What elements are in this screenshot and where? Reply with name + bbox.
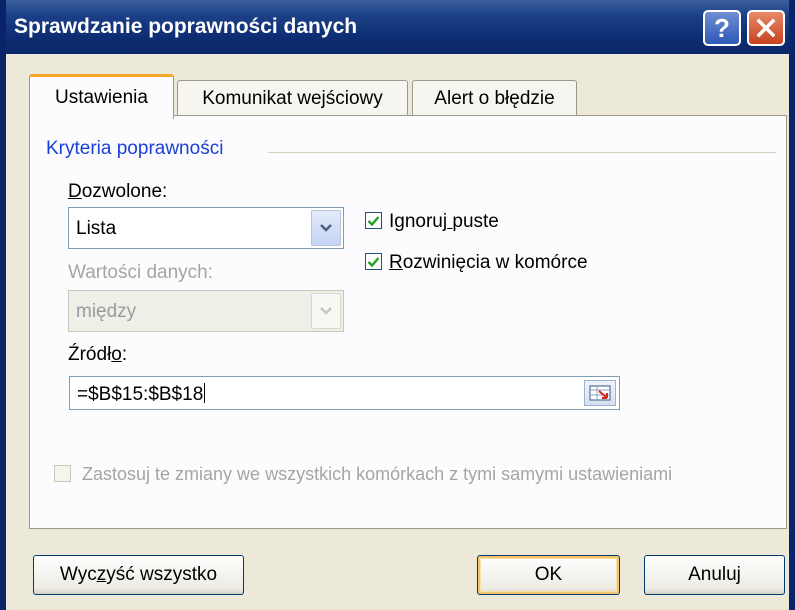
dialog-title: Sprawdzanie poprawności danych — [14, 15, 358, 38]
in-cell-dropdown-checkbox[interactable] — [365, 253, 382, 270]
tab-error-alert[interactable]: Alert o błędzie — [412, 80, 577, 116]
apply-all-checkbox[interactable] — [54, 465, 71, 482]
ok-button-label: OK — [534, 564, 563, 585]
range-selector-icon — [589, 385, 611, 401]
data-label: Wartości danych: — [68, 262, 214, 283]
group-divider — [268, 152, 776, 153]
cancel-button[interactable]: Anuluj — [644, 555, 785, 595]
data-dropdown-button[interactable] — [311, 293, 341, 329]
tab-settings-label: Ustawienia — [55, 87, 148, 108]
close-button[interactable] — [747, 10, 785, 46]
chevron-down-icon — [320, 224, 332, 232]
cancel-button-label: Anuluj — [688, 564, 741, 585]
checkmark-icon — [367, 256, 380, 267]
apply-all-label[interactable]: Zastosuj te zmiany we wszystkich komórka… — [82, 462, 702, 487]
dialog-window: Sprawdzanie poprawności danych ? Ustawie… — [0, 0, 795, 610]
tab-settings[interactable]: Ustawienia — [29, 74, 174, 119]
validation-criteria-title: Kryteria poprawności — [46, 138, 224, 159]
allow-label: Dozwolone: — [68, 181, 168, 202]
help-button[interactable]: ? — [703, 10, 741, 46]
tab-error-alert-label: Alert o błędzie — [434, 87, 555, 109]
data-select[interactable]: między — [68, 290, 344, 332]
allow-select-value: Lista — [76, 218, 117, 239]
source-input[interactable]: =$B$15:$B$18 — [69, 376, 620, 410]
close-icon — [756, 18, 776, 38]
title-bar[interactable]: Sprawdzanie poprawności danych ? — [6, 0, 789, 54]
clear-all-button[interactable]: Wyczyść wszystko — [33, 555, 244, 595]
checkmark-icon — [367, 215, 380, 226]
allow-dropdown-button[interactable] — [311, 210, 341, 246]
data-select-value: między — [76, 301, 137, 322]
in-cell-dropdown-label[interactable]: Rozwinięcia w komórce — [389, 252, 588, 274]
tab-input-message[interactable]: Komunikat wejściowy — [177, 80, 408, 116]
allow-select[interactable]: Lista — [68, 207, 344, 249]
source-label: Źródło: — [68, 344, 128, 365]
help-icon: ? — [714, 13, 730, 43]
clear-all-button-label: Wyczyść wszystko — [59, 564, 218, 585]
ok-button[interactable]: OK — [477, 555, 620, 595]
range-selector-button[interactable] — [584, 380, 616, 406]
tab-input-message-label: Komunikat wejściowy — [202, 87, 383, 109]
chevron-down-icon — [320, 307, 332, 315]
ignore-blank-label[interactable]: Ignoruj puste — [389, 211, 499, 233]
ignore-blank-checkbox[interactable] — [365, 212, 382, 229]
source-input-value: =$B$15:$B$18 — [77, 383, 206, 405]
